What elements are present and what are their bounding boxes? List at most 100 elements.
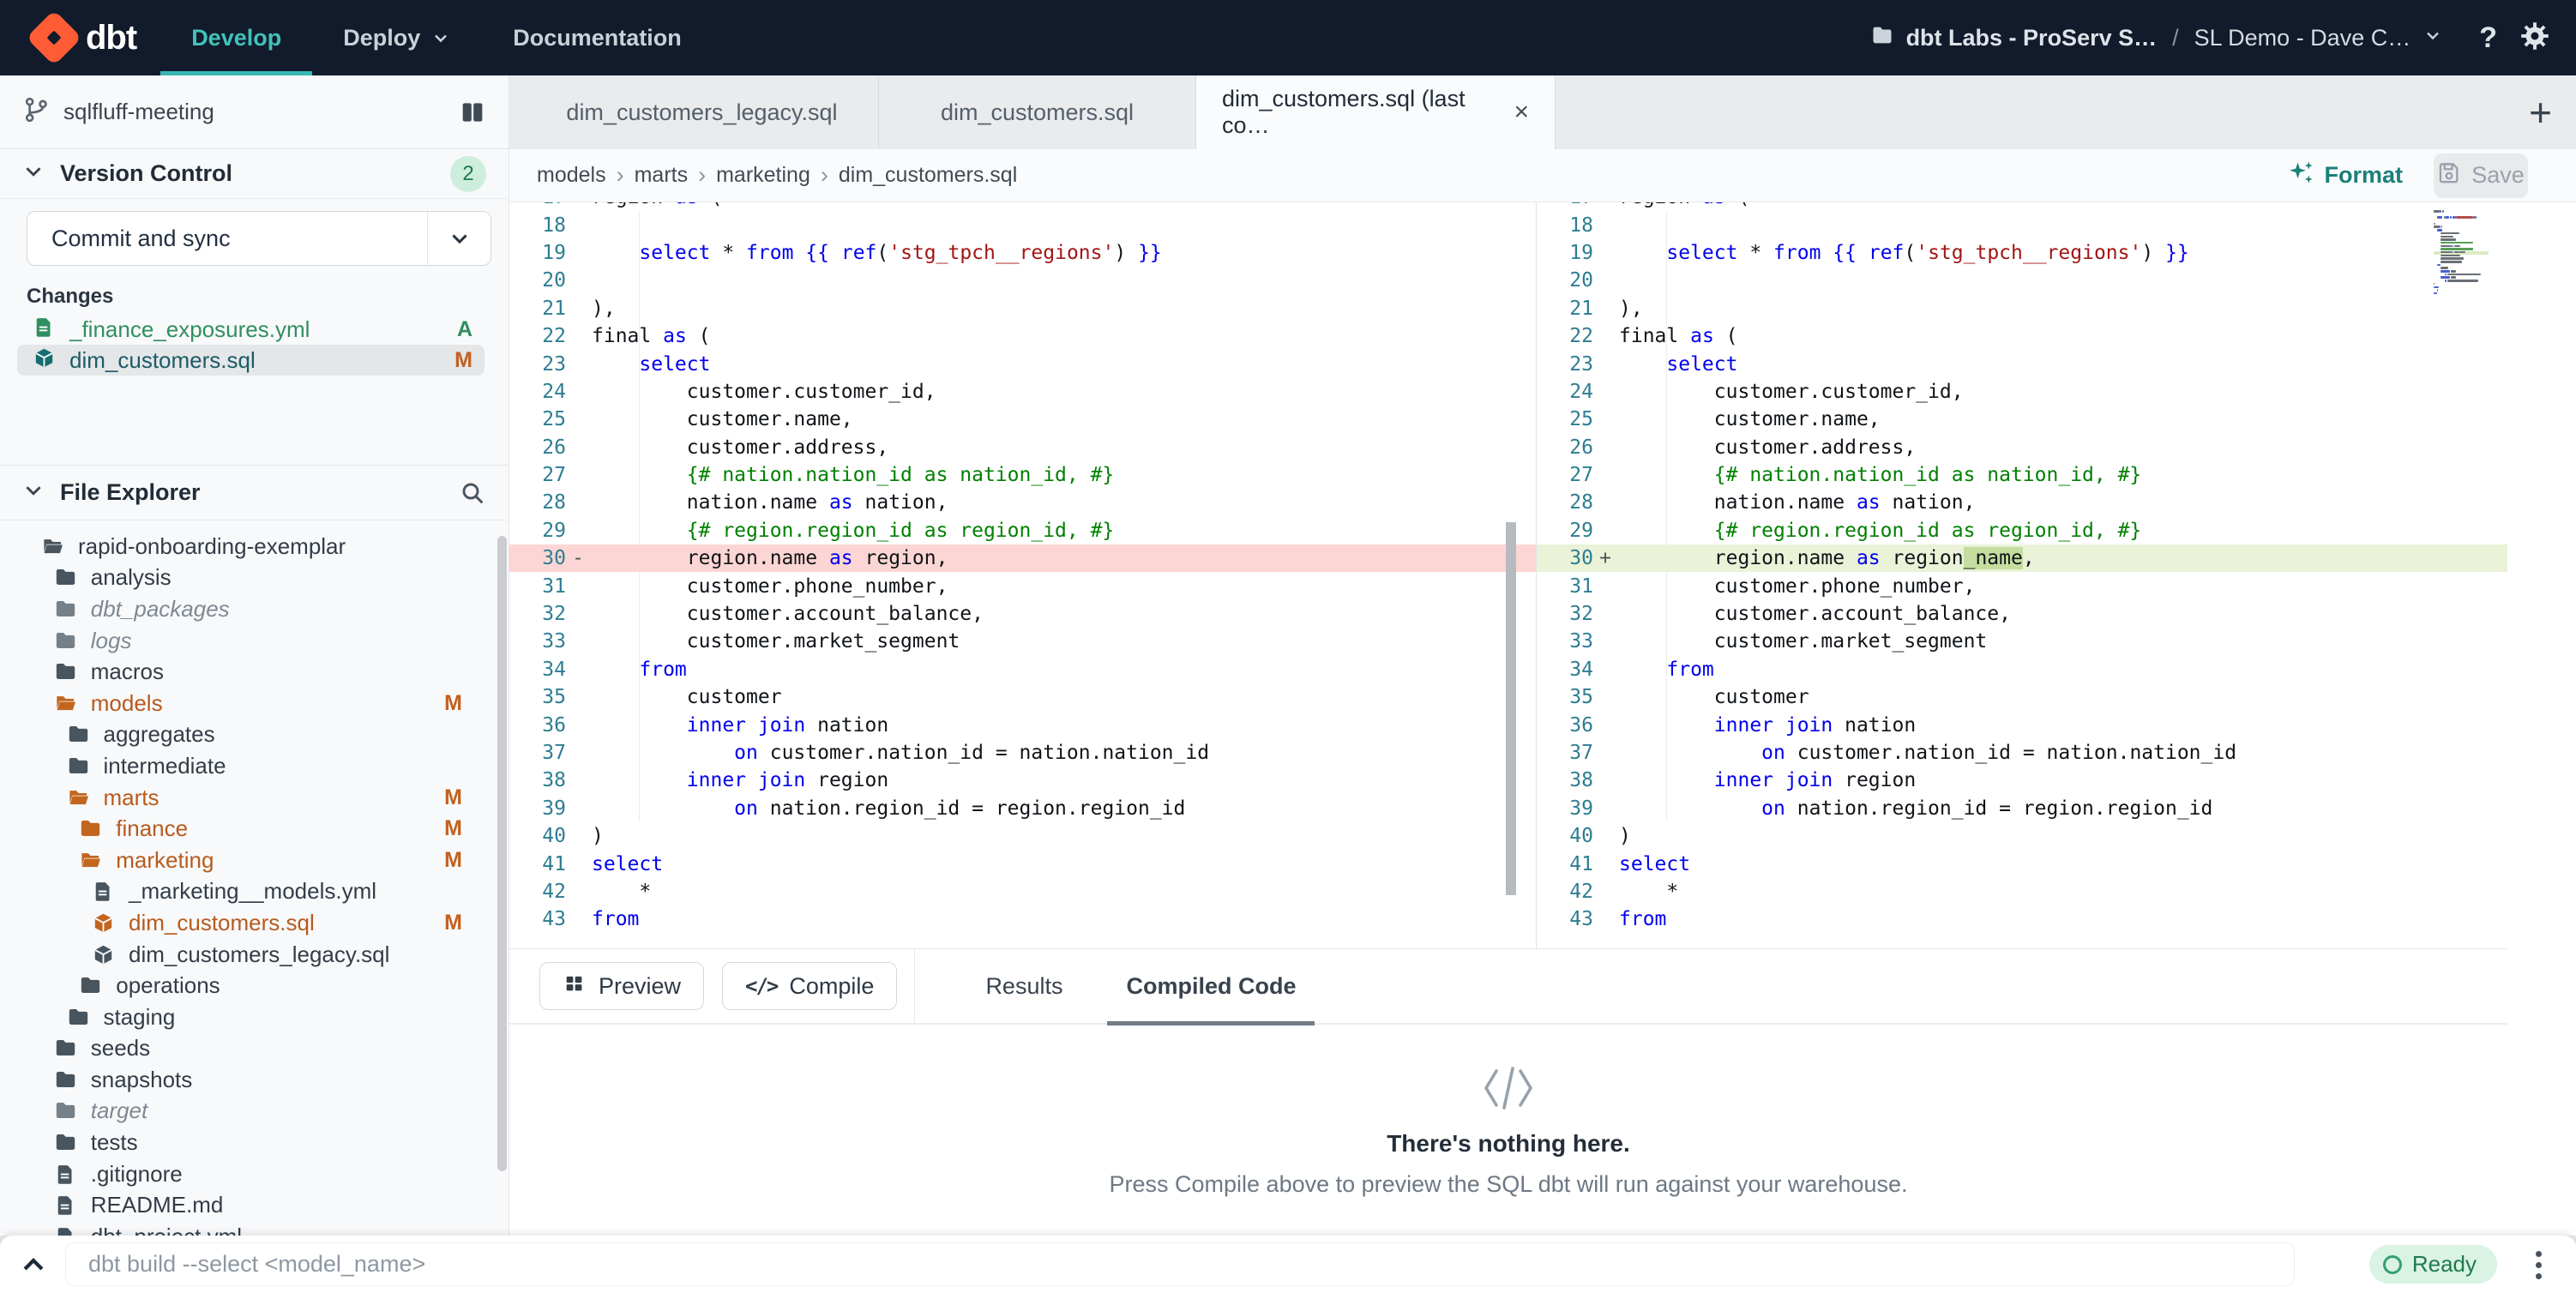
code-line-18[interactable]: 18 (1537, 211, 2507, 238)
new-tab-plus-icon[interactable]: + (2519, 75, 2562, 149)
code-line-35[interactable]: 35 customer (509, 683, 1536, 711)
code-line-41[interactable]: 41select (509, 850, 1536, 877)
tree-item-target[interactable]: target (0, 1096, 509, 1128)
tree-item-README.md[interactable]: README.md (0, 1189, 509, 1221)
code-line-36[interactable]: 36 inner join nation (509, 711, 1536, 738)
code-line-23[interactable]: 23 select (509, 350, 1536, 377)
compile-button[interactable]: </> Compile (722, 962, 897, 1010)
commit-options-chevron[interactable] (427, 212, 491, 265)
tree-item-aggregates[interactable]: aggregates (0, 719, 509, 751)
code-line-39[interactable]: 39 on nation.region_id = region.region_i… (509, 795, 1536, 822)
code-line-31[interactable]: 31 customer.phone_number, (1537, 572, 2507, 599)
tree-item-marketing[interactable]: marketingM (0, 845, 509, 876)
docs-book-icon[interactable] (459, 99, 486, 126)
save-button[interactable]: Save (2434, 153, 2528, 198)
nav-deploy[interactable]: Deploy (312, 0, 482, 75)
tree-item-marts[interactable]: martsM (0, 782, 509, 814)
tree-item-macros[interactable]: macros (0, 656, 509, 688)
settings-gear-icon[interactable] (2519, 21, 2550, 56)
version-control-header[interactable]: Version Control 2 (0, 149, 509, 199)
tree-item-tests[interactable]: tests (0, 1127, 509, 1158)
tree-item-dim_customers_legacy.sql[interactable]: dim_customers_legacy.sql (0, 939, 509, 971)
code-line-18[interactable]: 18 (509, 211, 1536, 238)
code-line-41[interactable]: 41select (1537, 850, 2507, 877)
code-line-43[interactable]: 43from (509, 905, 1536, 933)
dbt-logo[interactable]: dbt (34, 18, 136, 57)
tree-item-intermediate[interactable]: intermediate (0, 750, 509, 782)
code-line-25[interactable]: 25 customer.name, (509, 406, 1536, 433)
tree-item-staging[interactable]: staging (0, 1001, 509, 1033)
editor-tab-dim_customers.sql[interactable]: dim_customers.sql (879, 75, 1196, 149)
code-line-26[interactable]: 26 customer.address, (509, 434, 1536, 461)
code-line-19[interactable]: 19 select * from {{ ref('stg_tpch__regio… (509, 239, 1536, 267)
format-button[interactable]: Format (2288, 159, 2403, 191)
close-tab-icon[interactable]: × (1514, 99, 1529, 125)
code-line-22[interactable]: 22final as ( (509, 322, 1536, 350)
overflow-menu-icon[interactable] (2532, 1248, 2545, 1283)
tree-item-snapshots[interactable]: snapshots (0, 1064, 509, 1096)
command-input[interactable]: dbt build --select <model_name> (65, 1242, 2295, 1286)
code-line-33[interactable]: 33 customer.market_segment (509, 628, 1536, 655)
code-line-27[interactable]: 27 {# nation.nation_id as nation_id, #} (1537, 461, 2507, 489)
code-line-29[interactable]: 29 {# region.region_id as region_id, #} (1537, 517, 2507, 544)
code-line-36[interactable]: 36 inner join nation (1537, 711, 2507, 738)
editor-scrollbar[interactable] (1506, 522, 1516, 895)
code-line-30[interactable]: 30+ region.name as region_name, (1537, 544, 2507, 572)
results-tab-Results[interactable]: Results (966, 948, 1081, 1024)
tree-item-dim_customers.sql[interactable]: dim_customers.sqlM (0, 907, 509, 939)
file-explorer-header[interactable]: File Explorer (0, 466, 509, 520)
tree-item-rapid-onboarding-exemplar[interactable]: rapid-onboarding-exemplar (0, 531, 509, 562)
code-line-40[interactable]: 40) (1537, 822, 2507, 850)
change-item-dim_customers.sql[interactable]: dim_customers.sqlM (17, 345, 485, 376)
code-line-40[interactable]: 40) (509, 822, 1536, 850)
code-line-24[interactable]: 24 customer.customer_id, (509, 378, 1536, 406)
tree-item-dbt_packages[interactable]: dbt_packages (0, 593, 509, 625)
breadcrumb-item-dim_customers.sql[interactable]: dim_customers.sql (839, 163, 1017, 188)
code-line-38[interactable]: 38 inner join region (1537, 767, 2507, 794)
code-line-39[interactable]: 39 on nation.region_id = region.region_i… (1537, 795, 2507, 822)
code-line-38[interactable]: 38 inner join region (509, 767, 1536, 794)
help-icon[interactable]: ? (2479, 21, 2497, 55)
code-line-24[interactable]: 24 customer.customer_id, (1537, 378, 2507, 406)
code-line-21[interactable]: 21), (1537, 295, 2507, 322)
nav-documentation[interactable]: Documentation (482, 0, 713, 75)
code-line-28[interactable]: 28 nation.name as nation, (1537, 489, 2507, 516)
preview-button[interactable]: Preview (539, 962, 704, 1010)
editor-tab-dim_customers.sql (last co…[interactable]: dim_customers.sql (last co…× (1196, 75, 1556, 149)
tree-item-_marketing__models.yml[interactable]: _marketing__models.yml (0, 876, 509, 908)
chevron-up-icon[interactable] (19, 1250, 48, 1279)
code-line-20[interactable]: 20 (1537, 267, 2507, 294)
code-line-17[interactable]: 17region as ( (509, 202, 1536, 211)
code-line-17[interactable]: 17region as ( (1537, 202, 2507, 211)
account-project-selector[interactable]: dbt Labs - ProServ S… / SL Demo - Dave C… (1870, 23, 2444, 53)
code-line-35[interactable]: 35 customer (1537, 683, 2507, 711)
code-line-31[interactable]: 31 customer.phone_number, (509, 572, 1536, 599)
breadcrumb-item-models[interactable]: models (537, 163, 606, 188)
code-line-43[interactable]: 43from (1537, 905, 2507, 933)
tree-item-operations[interactable]: operations (0, 970, 509, 1001)
code-line-23[interactable]: 23 select (1537, 350, 2507, 377)
breadcrumb-item-marts[interactable]: marts (635, 163, 689, 188)
code-line-33[interactable]: 33 customer.market_segment (1537, 628, 2507, 655)
code-line-32[interactable]: 32 customer.account_balance, (1537, 600, 2507, 628)
tree-item-finance[interactable]: financeM (0, 813, 509, 845)
code-line-29[interactable]: 29 {# region.region_id as region_id, #} (509, 517, 1536, 544)
tree-item-seeds[interactable]: seeds (0, 1033, 509, 1065)
search-icon[interactable] (459, 479, 486, 507)
minimap[interactable] (2434, 210, 2489, 299)
code-line-28[interactable]: 28 nation.name as nation, (509, 489, 1536, 516)
tree-item-.gitignore[interactable]: .gitignore (0, 1158, 509, 1190)
code-line-25[interactable]: 25 customer.name, (1537, 406, 2507, 433)
code-line-34[interactable]: 34 from (1537, 656, 2507, 683)
sidebar-scrollbar[interactable] (497, 536, 507, 1171)
nav-develop[interactable]: Develop (160, 0, 312, 75)
diff-pane-modified[interactable]: 17region as (1819 select * from {{ ref('… (1537, 202, 2507, 948)
code-line-22[interactable]: 22final as ( (1537, 322, 2507, 350)
code-line-42[interactable]: 42 * (509, 878, 1536, 905)
code-line-42[interactable]: 42 * (1537, 878, 2507, 905)
diff-editor[interactable]: 17region as (1819 select * from {{ ref('… (509, 202, 2576, 948)
code-line-21[interactable]: 21), (509, 295, 1536, 322)
code-line-37[interactable]: 37 on customer.nation_id = nation.nation… (1537, 739, 2507, 767)
breadcrumb-item-marketing[interactable]: marketing (716, 163, 810, 188)
tree-item-dbt_project.yml[interactable]: dbt_project.yml (0, 1221, 509, 1236)
